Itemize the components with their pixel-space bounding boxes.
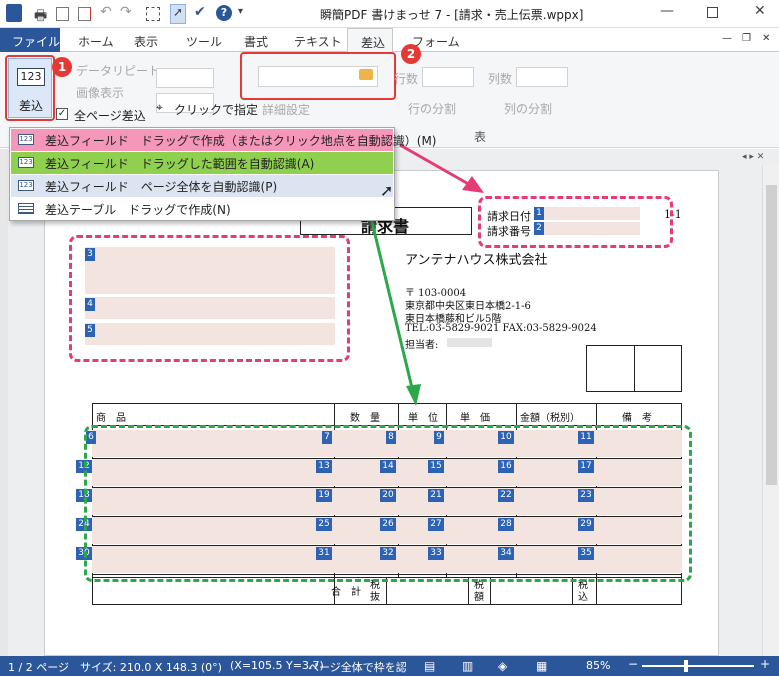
field-input[interactable]	[258, 66, 378, 87]
tab-text[interactable]: テキスト	[294, 33, 342, 50]
window-title: 瞬簡PDF 書けまっせ 7 - [請求・売上伝票.wppx]	[320, 8, 584, 22]
col-header-qty: 数 量	[350, 413, 380, 424]
col-header-item: 商 品	[96, 413, 126, 424]
tab-sashikomi[interactable]: 差込	[347, 28, 393, 53]
status-size: サイズ: 210.0 X 148.3 (0°)	[80, 661, 222, 674]
stamp-box	[586, 345, 682, 392]
status-zoom: 85%	[586, 659, 611, 672]
field-123-icon: 123	[18, 134, 34, 145]
ribbon-restore-icon[interactable]: ❐	[742, 33, 751, 44]
col-header-unit: 単 位	[408, 413, 438, 424]
cols-label: 列数	[488, 72, 513, 86]
table-icon	[18, 203, 34, 214]
footer-tax: 税額	[474, 580, 484, 603]
rows-label: 行数	[394, 72, 419, 86]
menu-item-drag-recognize[interactable]: 123 差込フィールド ドラッグした範囲を自動認識(A)	[11, 152, 393, 174]
menu-item-label: 差込テーブル ドラッグで作成(N)	[45, 203, 231, 217]
badge-1: 1	[52, 57, 72, 77]
col-header-note: 備 考	[622, 413, 652, 424]
menu-item-label: 差込フィールド ページ全体を自動認識(P)	[45, 180, 278, 194]
data-repeat-button[interactable]: データリピート	[76, 62, 160, 79]
close-icon[interactable]: ✕	[754, 3, 766, 19]
all-pages-label: 全ページ差込	[74, 109, 146, 123]
highlight-sashikomi	[5, 55, 55, 121]
minimize-icon[interactable]: —	[660, 3, 674, 19]
save-as-icon[interactable]	[78, 7, 91, 21]
panel-arrows-icon[interactable]: ◂ ▸ ✕	[742, 152, 764, 162]
field-dropdown-menu: 123 差込フィールド ドラッグで作成（またはクリック地点を自動認識）(M) 1…	[9, 127, 436, 221]
person-label: 担当者:	[405, 340, 439, 351]
pink-dash-header	[478, 196, 673, 248]
print-icon[interactable]: 🖶	[34, 5, 47, 29]
badge-2: 2	[401, 44, 421, 64]
scroll-thumb[interactable]	[766, 185, 777, 485]
phone-fax: TEL:03-5829-9021 FAX:03-5829-9024	[405, 323, 597, 334]
col-header-amount: 金額（税別）	[520, 413, 580, 424]
tab-home[interactable]: ホーム	[78, 33, 114, 50]
fit-page-icon[interactable]: ▤	[424, 659, 435, 673]
undo-icon[interactable]: ↶	[100, 4, 112, 20]
check-icon[interactable]: ✔	[194, 4, 206, 20]
col-header-price: 単 価	[460, 413, 490, 424]
company-name: アンテナハウス株式会社	[405, 253, 548, 268]
field-123-icon: 123	[18, 180, 34, 191]
select-icon[interactable]	[146, 7, 160, 21]
field-123-icon: 123	[18, 157, 34, 168]
pointer-icon[interactable]: ➚	[170, 4, 186, 24]
rows-spinner[interactable]	[422, 67, 474, 87]
title-bar: 🖶 ↶ ↷ ➚ ✔ ? ▾ 瞬簡PDF 書けまっせ 7 - [請求・売上伝票.w…	[0, 0, 779, 28]
zoom-in-icon[interactable]: +	[760, 657, 770, 671]
ribbon-tabs: ファイル ホーム 表示 ツール 書式 テキスト 差込 フォーム — ❐ ✕	[0, 28, 779, 53]
all-pages-checkbox[interactable]: ✓	[56, 108, 68, 120]
pink-dash-address	[69, 235, 350, 362]
tab-view[interactable]: 表示	[134, 33, 158, 50]
menu-item-table-create[interactable]: 差込テーブル ドラッグで作成(N)	[11, 198, 393, 220]
status-bar: 1 / 2 ページ サイズ: 210.0 X 148.3 (0°) (X=105…	[0, 656, 779, 676]
zoom-slider[interactable]	[642, 665, 754, 667]
detail-settings-button[interactable]: 詳細設定	[262, 101, 310, 118]
redo-icon[interactable]: ↷	[120, 4, 132, 20]
zoom-slider-thumb[interactable]	[684, 660, 688, 672]
ribbon-close-icon[interactable]: ✕	[762, 33, 770, 44]
green-dash-table	[84, 425, 692, 582]
image-display-button[interactable]: 画像表示	[76, 84, 124, 101]
actual-size-icon[interactable]: ▦	[536, 659, 547, 673]
split-rows-button[interactable]: 行の分割	[408, 100, 456, 117]
ribbon-minimize-icon[interactable]: —	[722, 33, 732, 44]
click-specify-button[interactable]: クリックで指定	[174, 101, 258, 118]
menu-item-drag-create[interactable]: 123 差込フィールド ドラッグで作成（またはクリック地点を自動認識）(M)	[11, 129, 436, 151]
tab-tool[interactable]: ツール	[186, 33, 222, 50]
fit-all-icon[interactable]: ◈	[498, 659, 507, 673]
help-icon[interactable]: ?	[216, 5, 232, 21]
menu-item-label: 差込フィールド ドラッグで作成（またはクリック地点を自動認識）(M)	[45, 134, 437, 148]
menu-item-page-recognize[interactable]: 123 差込フィールド ページ全体を自動認識(P)	[11, 175, 393, 197]
fit-width-icon[interactable]: ▥	[462, 659, 473, 673]
split-cols-button[interactable]: 列の分割	[504, 100, 552, 117]
app-icon[interactable]	[6, 4, 22, 22]
tab-file[interactable]: ファイル	[0, 28, 60, 52]
folder-icon[interactable]	[359, 69, 373, 80]
table-group-label: 表	[474, 130, 487, 144]
status-message: ページ全体で枠を認識	[308, 661, 406, 674]
dropdown-icon[interactable]: ▾	[238, 6, 243, 17]
person-redacted	[447, 338, 492, 347]
font-size-spinner[interactable]	[156, 68, 214, 88]
menu-item-label: 差込フィールド ドラッグした範囲を自動認識(A)	[45, 157, 315, 171]
cols-spinner[interactable]	[516, 67, 568, 87]
footer-tax-incl: 税込	[578, 580, 588, 603]
mouse-cursor-icon: ➚	[380, 181, 394, 200]
vertical-scrollbar[interactable]	[762, 165, 779, 656]
zoom-out-icon[interactable]: −	[628, 657, 638, 671]
left-panel-strip	[0, 149, 8, 656]
maximize-icon[interactable]	[707, 7, 718, 18]
click-specify-icon: ⌖	[156, 100, 163, 114]
tab-format[interactable]: 書式	[244, 33, 268, 50]
footer-total: 合 計	[331, 587, 361, 598]
footer-tax-excl: 税抜	[370, 580, 380, 603]
status-page: 1 / 2 ページ	[8, 661, 69, 674]
save-icon[interactable]	[56, 7, 69, 21]
